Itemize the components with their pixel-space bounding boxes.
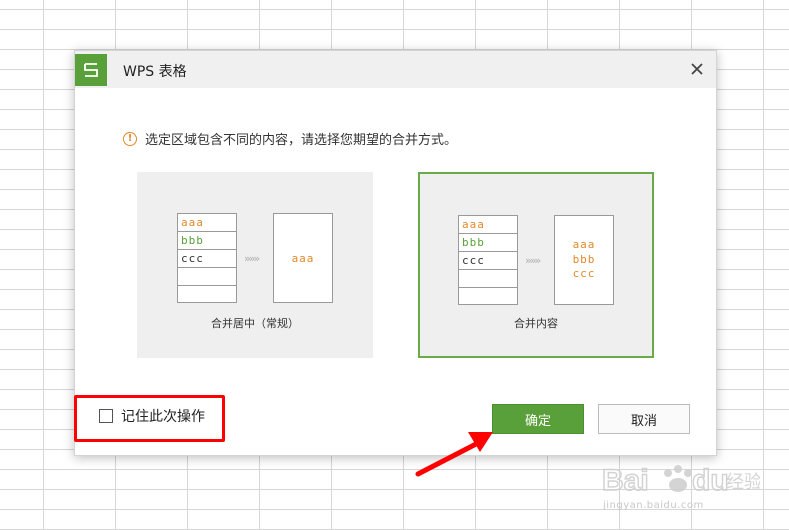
svg-text:du: du bbox=[692, 464, 729, 497]
watermark-url: jingyan.baidu.com bbox=[603, 500, 704, 511]
svg-text:经验: 经验 bbox=[726, 472, 760, 493]
baidu-watermark-icon: Bai du 经验 bbox=[601, 463, 760, 498]
annotation-arrow bbox=[415, 432, 493, 477]
svg-text:Bai: Bai bbox=[602, 464, 649, 497]
